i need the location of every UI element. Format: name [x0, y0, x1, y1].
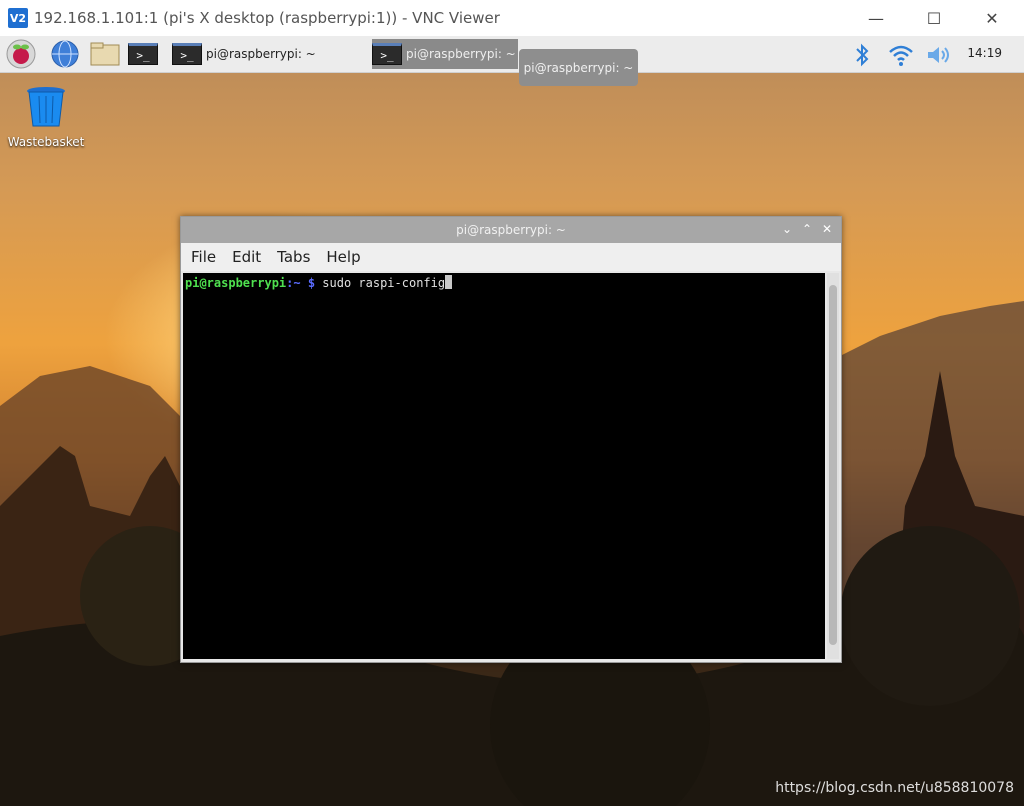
taskbar-item-terminal-2[interactable]: >_ pi@raspberrypi: ~	[372, 39, 518, 69]
terminal-icon: >_	[172, 43, 202, 65]
terminal-output[interactable]: pi@raspberrypi:~ $ sudo raspi-config	[183, 273, 825, 659]
taskbar-item-label: pi@raspberrypi: ~	[406, 47, 516, 61]
prompt-user: pi@raspberrypi	[185, 276, 287, 290]
taskbar-item-terminal-1[interactable]: >_ pi@raspberrypi: ~	[172, 39, 362, 69]
terminal-command: sudo raspi-config	[315, 276, 446, 290]
taskbar-item-label: pi@raspberrypi: ~	[206, 47, 316, 61]
web-browser-button[interactable]	[50, 39, 80, 69]
file-manager-button[interactable]	[89, 39, 121, 69]
text-cursor	[445, 275, 453, 289]
wifi-icon[interactable]	[887, 42, 915, 68]
terminal-icon: >_	[372, 43, 402, 65]
volume-icon[interactable]	[925, 42, 953, 68]
desktop-icon-label: Wastebasket	[7, 135, 85, 149]
terminal-scrollbar[interactable]	[827, 273, 839, 659]
watermark: https://blog.csdn.net/u858810078	[775, 780, 1014, 796]
prompt-path: :~ $	[286, 276, 316, 290]
menu-help[interactable]: Help	[320, 248, 366, 266]
wastebasket-icon	[27, 87, 65, 127]
close-button[interactable]: ✕	[969, 0, 1015, 36]
minimize-button[interactable]: —	[853, 0, 899, 36]
vnc-titlebar: V2 192.168.1.101:1 (pi's X desktop (rasp…	[0, 0, 1024, 36]
desktop: >_ >_ pi@raspberrypi: ~ >_ pi@raspberryp…	[0, 36, 1024, 806]
taskbar-panel: >_ >_ pi@raspberrypi: ~ >_ pi@raspberryp…	[0, 36, 1024, 73]
terminal-title: pi@raspberrypi: ~	[456, 223, 566, 237]
terminal-prompt-line: pi@raspberrypi:~ $ sudo raspi-config	[185, 275, 453, 290]
terminal-window[interactable]: pi@raspberrypi: ~ ⌄ ⌃ ✕ File Edit Tabs H…	[180, 216, 842, 663]
vnc-logo-icon: V2	[8, 8, 28, 28]
maximize-button[interactable]: ☐	[911, 0, 957, 36]
menu-file[interactable]: File	[185, 248, 222, 266]
raspberry-menu-button[interactable]	[6, 39, 36, 69]
vnc-window-title: 192.168.1.101:1 (pi's X desktop (raspber…	[34, 9, 500, 27]
desktop-icon-wastebasket[interactable]: Wastebasket	[6, 86, 86, 149]
menu-tabs[interactable]: Tabs	[271, 248, 316, 266]
chevron-up-icon[interactable]: ⌃	[799, 221, 815, 237]
menu-edit[interactable]: Edit	[226, 248, 267, 266]
scrollbar-thumb[interactable]	[829, 285, 837, 645]
globe-icon	[51, 40, 79, 68]
terminal-launcher-button[interactable]: >_	[128, 39, 158, 69]
clock[interactable]: 14:19	[967, 46, 1002, 60]
terminal-icon: >_	[128, 43, 158, 65]
folder-icon	[90, 42, 120, 66]
close-icon[interactable]: ✕	[819, 221, 835, 237]
chevron-down-icon[interactable]: ⌄	[779, 221, 795, 237]
raspberry-icon	[6, 39, 36, 69]
taskbar-tooltip: pi@raspberrypi: ~	[519, 49, 638, 86]
bluetooth-icon[interactable]	[852, 42, 872, 68]
terminal-menubar: File Edit Tabs Help	[181, 243, 841, 271]
terminal-titlebar[interactable]: pi@raspberrypi: ~ ⌄ ⌃ ✕	[181, 217, 841, 243]
